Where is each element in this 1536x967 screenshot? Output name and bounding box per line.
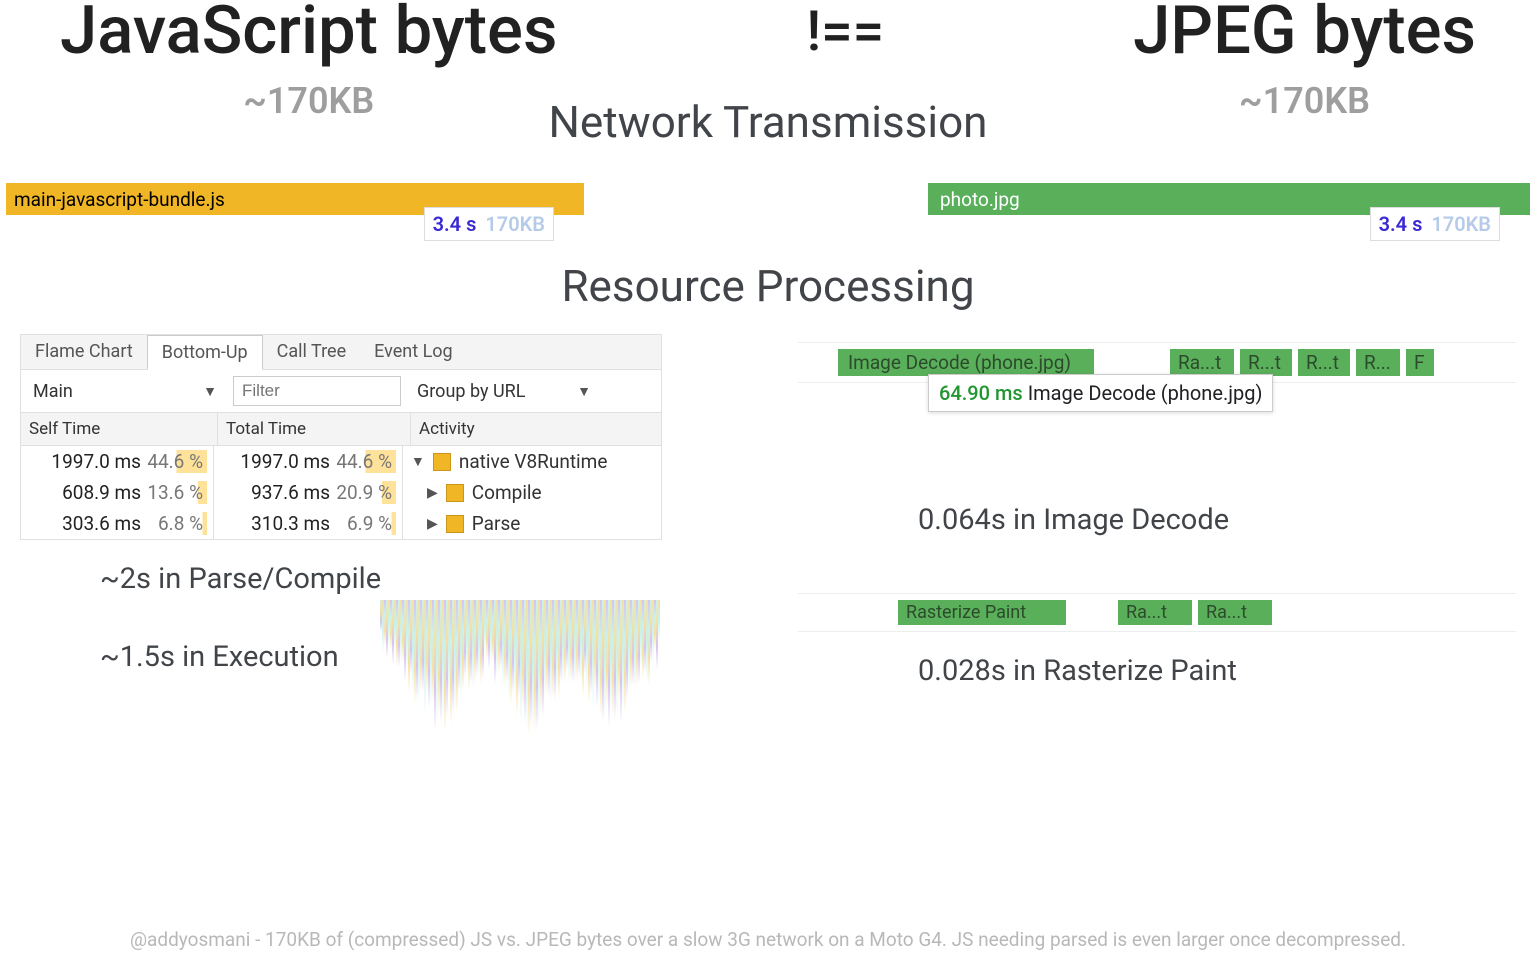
decode-block: F: [1406, 349, 1434, 376]
expand-icon[interactable]: ▶: [427, 485, 438, 501]
groupby-label: Group by URL: [417, 381, 525, 402]
expand-icon[interactable]: ▶: [427, 516, 438, 532]
jpg-download-badge: 3.4 s 170KB: [1370, 207, 1500, 241]
section-processing: Resource Processing: [0, 260, 1536, 312]
raster-block: Ra...t: [1118, 600, 1192, 625]
raster-block: Rasterize Paint: [898, 600, 1066, 625]
metric-rasterize: 0.028s in Rasterize Paint: [918, 654, 1516, 688]
jpg-file-label: photo.jpg: [940, 188, 1020, 211]
col-activity[interactable]: Activity: [411, 413, 661, 445]
rasterize-trace: Rasterize Paint Ra...t Ra...t: [798, 593, 1516, 632]
jpg-download-time: 3.4 s: [1379, 212, 1423, 236]
decode-block: R...t: [1240, 349, 1292, 376]
devtools-panel: Flame Chart Bottom-Up Call Tree Event Lo…: [20, 334, 662, 540]
js-download-size: 170KB: [485, 212, 545, 236]
table-row[interactable]: 303.6 ms6.8 % 310.3 ms6.9 % ▶Parse: [21, 508, 661, 539]
thread-select[interactable]: Main ▼: [29, 379, 221, 404]
chevron-down-icon: ▼: [577, 383, 591, 400]
expand-icon[interactable]: ▼: [411, 453, 425, 470]
tab-call-tree[interactable]: Call Tree: [263, 335, 360, 369]
js-download-bar: main-javascript-bundle.js 3.4 s 170KB: [6, 183, 584, 215]
decode-block: R...t: [1298, 349, 1350, 376]
col-jpeg: Image Decode (phone.jpg) Ra...t R...t R.…: [798, 334, 1516, 702]
table-row[interactable]: 1997.0 ms44.6 % 1997.0 ms44.6 % ▼native …: [21, 446, 661, 477]
js-download-badge: 3.4 s 170KB: [424, 207, 554, 241]
filter-input[interactable]: [233, 376, 401, 406]
title-js: JavaScript bytes: [60, 0, 557, 70]
section-network: Network Transmission: [0, 96, 1536, 148]
not-equal: !==: [806, 0, 884, 64]
flame-chart-thumbnail: [380, 600, 660, 760]
decode-tooltip-ms: 64.90 ms: [939, 381, 1023, 405]
chevron-down-icon: ▼: [203, 383, 217, 400]
title-jpeg: JPEG bytes: [1133, 0, 1476, 70]
raster-block: Ra...t: [1198, 600, 1272, 625]
metric-parse-compile: ~2s in Parse/Compile: [100, 562, 738, 596]
jpg-download-bar: photo.jpg 3.4 s 170KB: [928, 183, 1530, 215]
decode-tooltip-label: Image Decode (phone.jpg): [1028, 381, 1263, 405]
decode-block: Image Decode (phone.jpg): [838, 349, 1094, 376]
devtools-tabs: Flame Chart Bottom-Up Call Tree Event Lo…: [21, 335, 661, 370]
tab-flame-chart[interactable]: Flame Chart: [21, 335, 147, 369]
js-download-time: 3.4 s: [433, 212, 477, 236]
table-row[interactable]: 608.9 ms13.6 % 937.6 ms20.9 % ▶Compile: [21, 477, 661, 508]
devtools-filters: Main ▼ Group by URL ▼: [21, 370, 661, 413]
activity-color-icon: [433, 453, 451, 471]
col-self-time[interactable]: Self Time: [21, 413, 218, 445]
decode-block: Ra...t: [1170, 349, 1234, 376]
metric-image-decode: 0.064s in Image Decode: [918, 503, 1516, 537]
download-bars: main-javascript-bundle.js 3.4 s 170KB ph…: [6, 183, 1530, 215]
jpg-download-size: 170KB: [1431, 212, 1491, 236]
footer-credit: @addyosmani - 170KB of (compressed) JS v…: [0, 928, 1536, 951]
activity-color-icon: [446, 515, 464, 533]
col-total-time[interactable]: Total Time: [218, 413, 411, 445]
table-header: Self Time Total Time Activity: [21, 413, 661, 446]
col-js: Flame Chart Bottom-Up Call Tree Event Lo…: [20, 334, 738, 702]
js-file-label: main-javascript-bundle.js: [14, 188, 225, 211]
activity-color-icon: [446, 484, 464, 502]
decode-block: R...: [1356, 349, 1400, 376]
decode-tooltip: 64.90 ms Image Decode (phone.jpg): [928, 374, 1273, 412]
thread-select-label: Main: [33, 381, 73, 402]
groupby-select[interactable]: Group by URL ▼: [413, 379, 595, 404]
tab-bottom-up[interactable]: Bottom-Up: [147, 335, 263, 370]
tab-event-log[interactable]: Event Log: [360, 335, 467, 369]
